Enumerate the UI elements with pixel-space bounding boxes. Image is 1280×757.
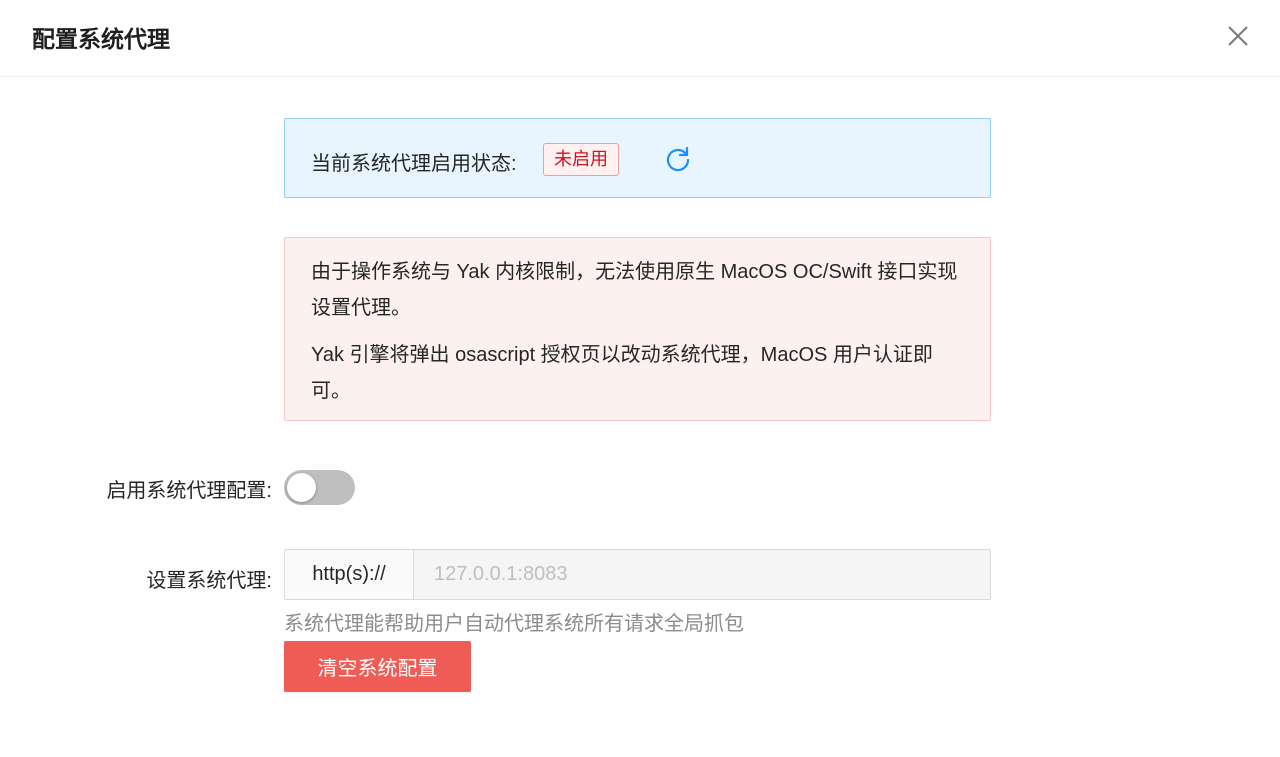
proxy-address-label: 设置系统代理:: [146, 570, 272, 592]
limitation-warning: 由于操作系统与 Yak 内核限制，无法使用原生 MacOS OC/Swift 接…: [284, 237, 991, 421]
modal-title: 配置系统代理: [32, 26, 170, 52]
status-badge: 未启用: [543, 143, 619, 176]
protocol-prefix: http(s)://: [285, 550, 414, 599]
proxy-address-group: http(s)://: [284, 549, 991, 600]
modal-header: 配置系统代理: [0, 0, 1280, 77]
refresh-icon[interactable]: [665, 146, 691, 172]
status-label: 当前系统代理启用状态:: [311, 153, 517, 175]
warning-text: Yak 引擎将弹出 osascript 授权页以改动系统代理，MacOS 用户认…: [311, 344, 933, 402]
toggle-knob: [287, 473, 316, 502]
proxy-address-input[interactable]: [414, 550, 990, 599]
warning-text: 由于操作系统与 Yak 内核限制，无法使用原生 MacOS OC/Swift 接…: [311, 261, 958, 319]
enable-proxy-toggle[interactable]: [284, 470, 355, 505]
proxy-help-text: 系统代理能帮助用户自动代理系统所有请求全局抓包: [284, 613, 744, 635]
enable-proxy-label: 启用系统代理配置:: [106, 480, 272, 502]
close-icon[interactable]: [1224, 22, 1252, 50]
clear-config-button[interactable]: 清空系统配置: [284, 641, 471, 692]
proxy-status-alert: 当前系统代理启用状态: 未启用: [284, 118, 991, 198]
